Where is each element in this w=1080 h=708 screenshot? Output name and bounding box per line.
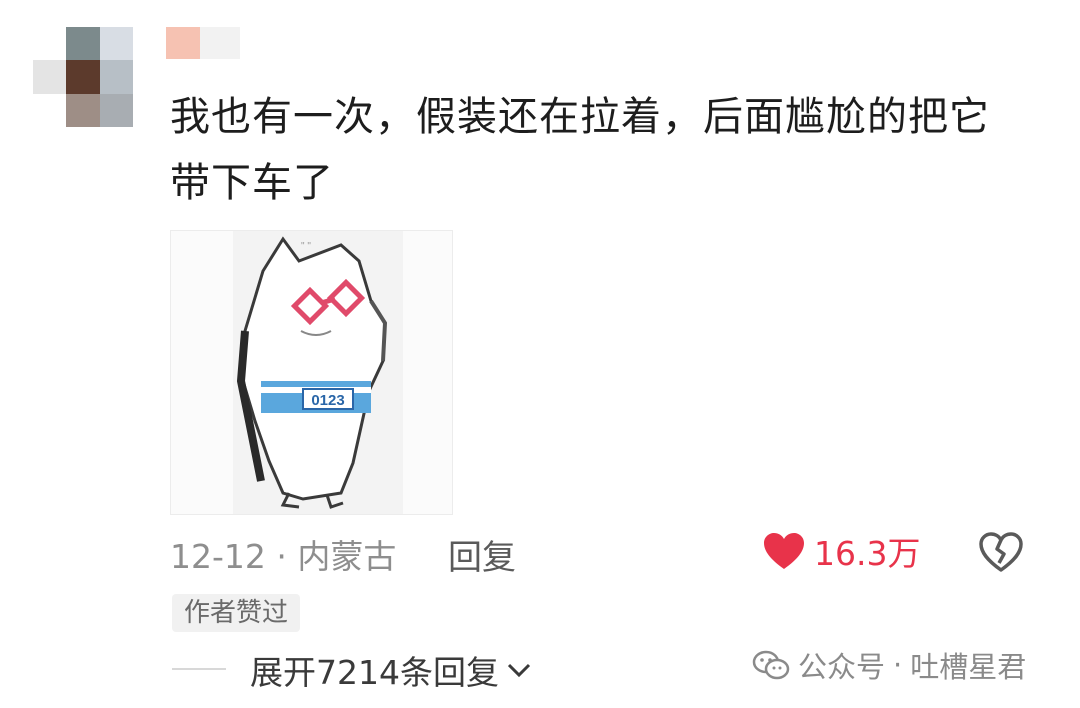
sticker-badge-text: 0123 bbox=[311, 392, 344, 409]
watermark-name: 吐槽星君 bbox=[910, 650, 1027, 684]
comment-location: 内蒙古 bbox=[297, 537, 397, 576]
like-button[interactable]: 16.3万 bbox=[762, 527, 920, 575]
author-liked-badge: 作者赞过 bbox=[172, 594, 301, 632]
svg-text:" ": " " bbox=[301, 241, 311, 252]
comment-line-2: 带下车了 bbox=[170, 160, 334, 206]
expand-replies-button[interactable]: 展开7214条回复 bbox=[250, 646, 533, 694]
cat-sticker-drawing: 0123 " " bbox=[171, 231, 452, 514]
wechat-icon bbox=[752, 650, 790, 680]
comment-line-1: 我也有一次，假装还在拉着，后面尴尬的把它 bbox=[170, 94, 990, 140]
watermark: 公众号 · 吐槽星君 bbox=[752, 644, 1026, 686]
broken-heart-icon bbox=[979, 532, 1023, 572]
avatar[interactable] bbox=[33, 27, 133, 127]
heart-icon bbox=[764, 533, 804, 569]
username-blurred[interactable] bbox=[166, 27, 240, 59]
comment-text: 我也有一次，假装还在拉着，后面尴尬的把它 带下车了 bbox=[170, 84, 1030, 216]
comment-date: 12-12 bbox=[170, 537, 266, 576]
comment-sticker-image[interactable]: 0123 " " bbox=[170, 230, 453, 515]
dislike-button[interactable] bbox=[978, 531, 1024, 577]
expand-replies-label: 展开7214条回复 bbox=[250, 653, 499, 692]
watermark-prefix: 公众号 bbox=[798, 650, 886, 684]
like-count: 16.3万 bbox=[814, 534, 921, 573]
comment-meta: 12-12 · 内蒙古 bbox=[170, 530, 396, 578]
chevron-down-icon bbox=[507, 663, 531, 678]
watermark-separator: · bbox=[893, 648, 903, 682]
meta-separator: · bbox=[276, 537, 287, 576]
divider-line bbox=[172, 668, 226, 670]
reply-button[interactable]: 回复 bbox=[448, 530, 516, 579]
